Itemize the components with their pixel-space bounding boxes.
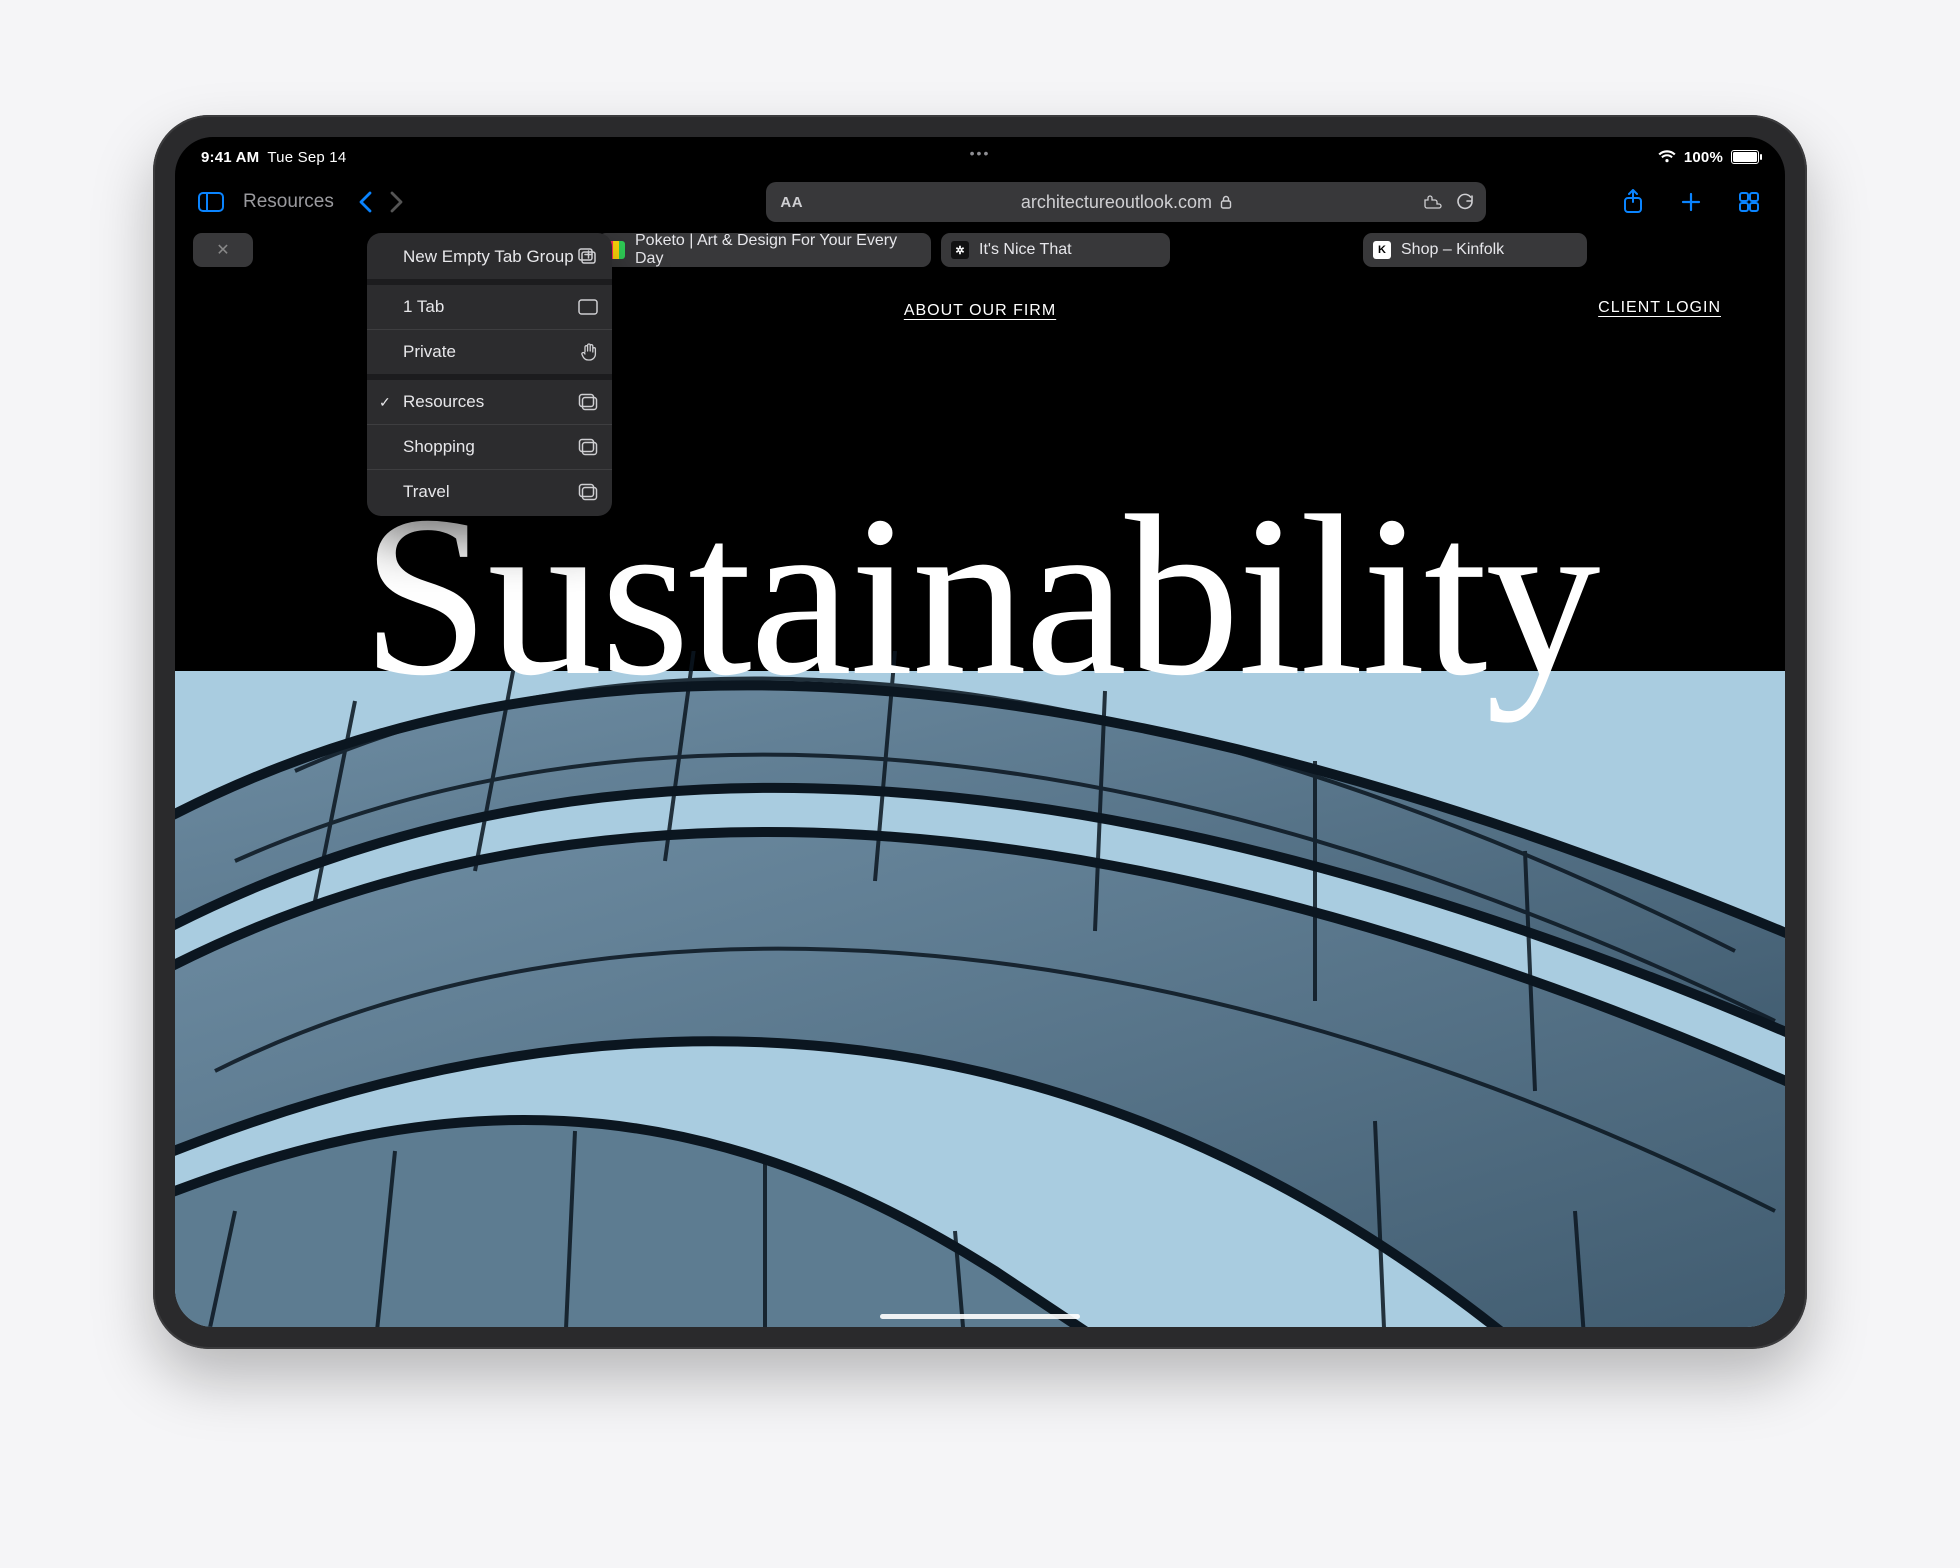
extensions-icon[interactable] <box>1422 193 1442 211</box>
favicon-icon: ✲ <box>951 241 969 259</box>
nav-login-link[interactable]: CLIENT LOGIN <box>1598 299 1721 317</box>
tab-group-name[interactable]: Resources <box>243 191 334 213</box>
tab-label: Poketo | Art & Design For Your Every Day <box>635 232 917 268</box>
reader-aa-button[interactable]: AA <box>780 194 803 211</box>
address-bar[interactable]: AA architectureoutlook.com <box>766 182 1486 222</box>
menu-item-label: 1 Tab <box>403 297 444 317</box>
hero-illustration <box>175 651 1785 1327</box>
tab-group-menu-item[interactable]: Shopping <box>367 425 612 470</box>
reload-icon[interactable] <box>1456 193 1474 211</box>
favicon-icon: K <box>1373 241 1391 259</box>
screen: 9:41 AM Tue Sep 14 ••• 100% Resources <box>175 137 1785 1327</box>
status-time: 9:41 AM <box>201 149 259 166</box>
lock-icon <box>1220 195 1232 209</box>
browser-toolbar: Resources AA architectureoutlook.com <box>175 171 1785 229</box>
tab-item[interactable]: K Shop – Kinfolk <box>1363 233 1587 267</box>
stack-icon <box>578 393 598 411</box>
battery-percent: 100% <box>1684 149 1723 166</box>
menu-item-label: New Empty Tab Group <box>403 247 574 267</box>
menu-item-label: Resources <box>403 392 484 412</box>
battery-icon <box>1731 150 1759 164</box>
forward-button[interactable] <box>390 191 404 213</box>
tab-group-menu-item[interactable]: ✓ Resources <box>367 380 612 425</box>
hand-icon <box>580 342 598 362</box>
tab-group-menu-item[interactable]: Private <box>367 330 612 380</box>
checkmark-icon: ✓ <box>379 394 391 411</box>
stack-icon <box>578 483 598 501</box>
tab-item[interactable]: Poketo | Art & Design For Your Every Day <box>597 233 931 267</box>
menu-item-label: Shopping <box>403 437 475 457</box>
menu-item-label: Travel <box>403 482 450 502</box>
tab-overview-button[interactable] <box>1731 184 1767 220</box>
navigation-arrows <box>358 191 404 213</box>
sidebar-toggle-button[interactable] <box>193 184 229 220</box>
multitask-ellipsis-icon[interactable]: ••• <box>970 145 991 161</box>
tab-item[interactable]: ✲ It's Nice That <box>941 233 1170 267</box>
back-button[interactable] <box>358 191 372 213</box>
new-group-icon <box>578 248 598 266</box>
tab-group-menu-item[interactable]: 1 Tab <box>367 285 612 330</box>
window-icon <box>578 299 598 315</box>
menu-item-label: Private <box>403 342 456 362</box>
tab-group-menu-item[interactable]: Travel <box>367 470 612 516</box>
home-indicator[interactable] <box>880 1314 1080 1319</box>
close-tab-icon[interactable]: ✕ <box>216 240 229 260</box>
tab-label: It's Nice That <box>979 241 1072 259</box>
tab-group-menu-item[interactable]: New Empty Tab Group <box>367 233 612 285</box>
nav-about-link[interactable]: ABOUT OUR FIRM <box>904 302 1056 320</box>
tab-group-menu: New Empty Tab Group 1 Tab Private ✓ Resource… <box>367 233 612 516</box>
address-url: architectureoutlook.com <box>1021 192 1212 213</box>
tab-label: Shop – Kinfolk <box>1401 241 1504 259</box>
status-bar: 9:41 AM Tue Sep 14 ••• 100% <box>175 137 1785 171</box>
new-tab-button[interactable] <box>1673 184 1709 220</box>
stack-icon <box>578 438 598 456</box>
ipad-frame: 9:41 AM Tue Sep 14 ••• 100% Resources <box>153 115 1807 1349</box>
status-date: Tue Sep 14 <box>267 149 346 166</box>
share-button[interactable] <box>1615 184 1651 220</box>
tab-current[interactable]: ✕ <box>193 233 253 267</box>
wifi-icon <box>1658 150 1676 164</box>
